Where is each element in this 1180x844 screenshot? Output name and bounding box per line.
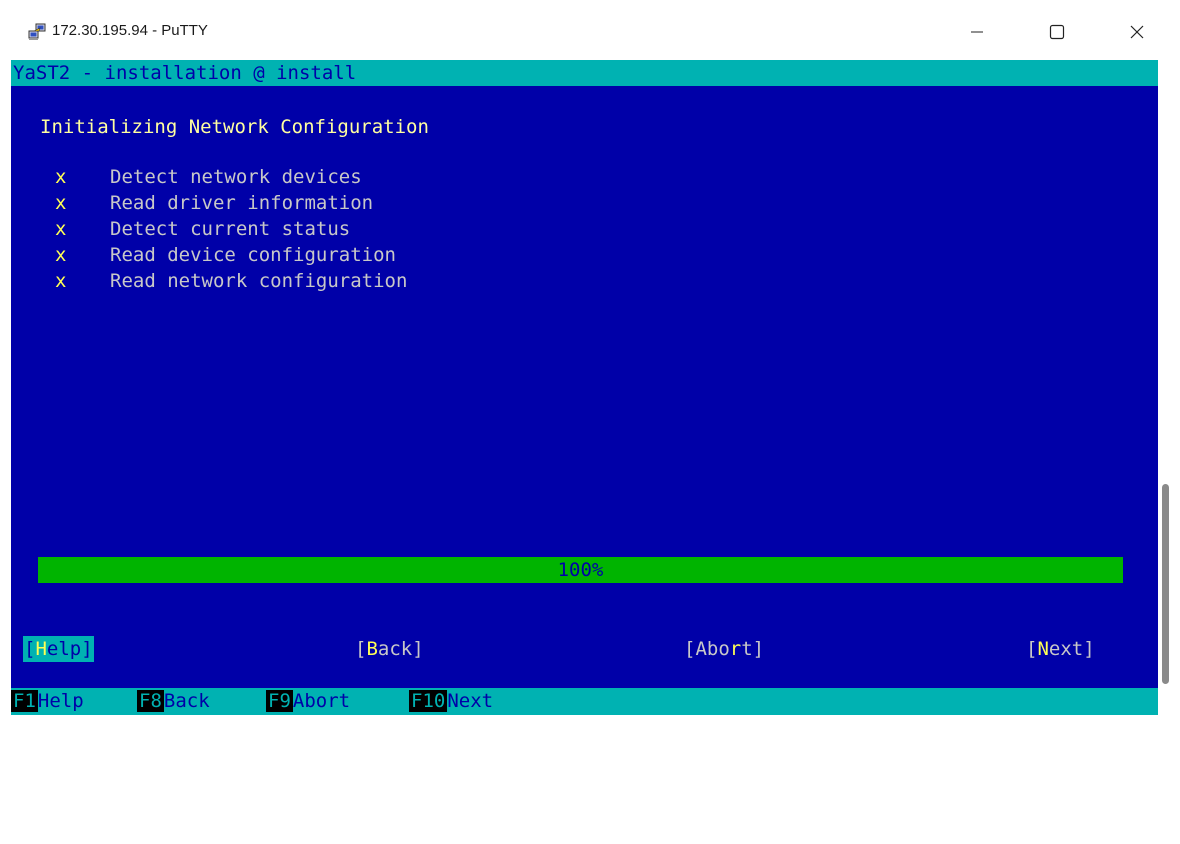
- terminal-screen[interactable]: YaST2 - installation @ install Initializ…: [11, 60, 1158, 715]
- help-button-rest: elp: [46, 638, 82, 660]
- fkey-back-key: F8: [137, 690, 164, 712]
- fkey-abort-key: F9: [266, 690, 293, 712]
- task-item: x Read device configuration: [55, 242, 396, 268]
- dialog-heading: Initializing Network Configuration: [40, 116, 429, 138]
- minimize-icon: [971, 31, 983, 33]
- abort-button-close: ]: [752, 638, 765, 660]
- window-titlebar: 172.30.195.94 - PuTTY: [0, 0, 1180, 60]
- help-button-hotkey: H: [35, 638, 47, 660]
- next-button-close: ]: [1083, 638, 1095, 660]
- task-done-mark: x: [55, 270, 67, 292]
- fkey-help-label: Help: [37, 690, 84, 712]
- close-icon: [1130, 25, 1144, 39]
- close-button[interactable]: [1110, 10, 1164, 54]
- vertical-scrollbar[interactable]: [1158, 60, 1180, 715]
- next-button-hotkey: N: [1037, 638, 1049, 660]
- abort-button-open: [Abo: [684, 638, 730, 660]
- progress-percent-label: 100%: [557, 559, 604, 581]
- task-label: Read network configuration: [110, 270, 408, 292]
- fkey-help[interactable]: F1 Help: [11, 688, 84, 715]
- fkey-help-key: F1: [11, 690, 38, 712]
- task-done-mark: x: [55, 166, 67, 188]
- fkey-next-label: Next: [447, 690, 494, 712]
- putty-computers-icon[interactable]: [28, 22, 48, 42]
- help-button-close: ]: [81, 638, 93, 660]
- task-done-mark: x: [55, 218, 67, 240]
- back-button-rest: ack: [377, 638, 413, 660]
- fkey-abort[interactable]: F9 Abort: [266, 688, 350, 715]
- task-item: x Detect network devices: [55, 164, 362, 190]
- help-button[interactable]: [Help]: [23, 636, 94, 662]
- fkey-next[interactable]: F10 Next: [409, 688, 493, 715]
- task-label: Detect network devices: [110, 166, 362, 188]
- fkey-back-label: Back: [163, 690, 210, 712]
- next-button-open: [: [1026, 638, 1038, 660]
- back-button-close: ]: [412, 638, 424, 660]
- fkey-abort-label: Abort: [292, 690, 351, 712]
- task-label: Detect current status: [110, 218, 351, 240]
- maximize-icon: [1049, 24, 1065, 40]
- task-done-mark: x: [55, 244, 67, 266]
- task-item: x Read network configuration: [55, 268, 407, 294]
- abort-button-rest: t: [741, 638, 753, 660]
- progress-bar: 100%: [38, 557, 1123, 583]
- minimize-button[interactable]: [950, 10, 1004, 54]
- yast-header-bar: YaST2 - installation @ install: [11, 60, 1158, 86]
- next-button[interactable]: [Next]: [1026, 636, 1095, 662]
- task-label: Read driver information: [110, 192, 374, 214]
- window-title: 172.30.195.94 - PuTTY: [52, 22, 208, 39]
- back-button-hotkey: B: [366, 638, 378, 660]
- fkey-back[interactable]: F8 Back: [137, 688, 210, 715]
- back-button[interactable]: [Back]: [355, 636, 424, 662]
- task-done-mark: x: [55, 192, 67, 214]
- scrollbar-thumb[interactable]: [1162, 484, 1169, 684]
- help-button-open: [: [24, 638, 36, 660]
- abort-button[interactable]: [Abort]: [684, 636, 764, 662]
- task-label: Read device configuration: [110, 244, 396, 266]
- task-item: x Detect current status: [55, 216, 350, 242]
- yast-header-text: YaST2 - installation @ install: [13, 62, 357, 84]
- function-key-bar: F1 Help F8 Back F9 Abort F10 Next: [11, 688, 1158, 715]
- fkey-next-key: F10: [409, 690, 448, 712]
- task-item: x Read driver information: [55, 190, 373, 216]
- next-button-rest: ext: [1048, 638, 1084, 660]
- maximize-button[interactable]: [1030, 10, 1084, 54]
- abort-button-hotkey: r: [729, 638, 742, 660]
- back-button-open: [: [355, 638, 367, 660]
